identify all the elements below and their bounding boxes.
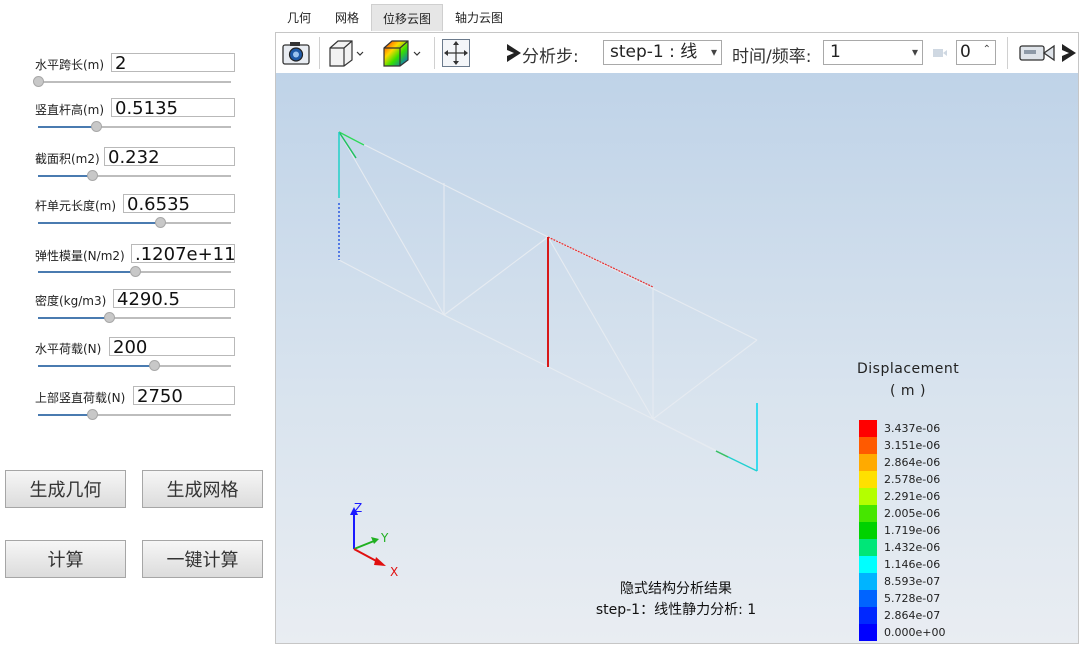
span-input[interactable]: 2 <box>111 53 235 72</box>
element-length-input[interactable]: 0.6535 <box>123 194 235 213</box>
step-marker-icon <box>507 44 521 62</box>
chevron-down-icon: ▾ <box>710 45 717 59</box>
element-length-slider[interactable] <box>38 217 231 229</box>
frame-spinbox[interactable]: 0 ⌃ <box>956 40 996 65</box>
legend-swatch <box>859 420 877 437</box>
legend-swatch <box>859 471 877 488</box>
legend-swatch <box>859 539 877 556</box>
generate-geometry-button[interactable]: 生成几何 <box>5 470 126 508</box>
legend-unit: ( m ) <box>890 383 926 399</box>
legend-swatch <box>859 454 877 471</box>
height-slider[interactable] <box>38 121 231 133</box>
modulus-input[interactable]: .1207e+11 <box>131 244 235 263</box>
tab-mesh[interactable]: 网格 <box>326 4 368 30</box>
legend-value-label: 1.432e-06 <box>884 541 941 554</box>
legend-swatch <box>859 522 877 539</box>
pan-move-icon[interactable] <box>441 38 471 68</box>
legend-swatch <box>859 624 877 641</box>
param-label-modulus: 弹性模量(N/m2) <box>35 249 125 263</box>
legend-value-label: 1.719e-06 <box>884 524 941 537</box>
analysis-step-value: step-1 : 线 <box>610 42 698 62</box>
analysis-step-label: 分析步: <box>522 47 579 67</box>
height-input[interactable]: 0.5135 <box>111 98 235 117</box>
legend-value-label: 2.864e-07 <box>884 609 941 622</box>
param-label-span: 水平跨长(m) <box>35 58 105 72</box>
video-camera-icon[interactable] <box>1019 43 1057 63</box>
modulus-slider[interactable] <box>38 266 231 278</box>
param-label-horizontal-load: 水平荷载(N) <box>35 342 102 356</box>
frame-icon <box>933 49 947 57</box>
generate-mesh-button[interactable]: 生成网格 <box>142 470 263 508</box>
time-frequency-value: 1 <box>830 42 841 62</box>
tab-geometry[interactable]: 几何 <box>278 4 320 30</box>
legend-swatch <box>859 505 877 522</box>
vertical-load-slider[interactable] <box>38 409 231 421</box>
area-slider[interactable] <box>38 170 231 182</box>
viewer-toolbar: 分析步: step-1 : 线 ▾ 时间/频率: 1 ▾ 0 ⌃ <box>276 33 1078 74</box>
area-input[interactable]: 0.232 <box>104 147 235 166</box>
spin-up-icon[interactable]: ⌃ <box>983 41 991 61</box>
param-label-density: 密度(kg/m3) <box>35 294 107 308</box>
legend-value-label: 2.578e-06 <box>884 473 941 486</box>
one-click-compute-button[interactable]: 一键计算 <box>142 540 263 578</box>
legend-title: Displacement <box>857 361 960 377</box>
vertical-load-input[interactable]: 2750 <box>133 386 235 405</box>
legend-value-label: 2.005e-06 <box>884 507 941 520</box>
contour-color-icon[interactable] <box>380 38 424 68</box>
time-frequency-select[interactable]: 1 ▾ <box>823 40 923 65</box>
analysis-step-select[interactable]: step-1 : 线 ▾ <box>603 40 722 65</box>
legend-swatch <box>859 437 877 454</box>
legend-swatch <box>859 607 877 624</box>
horizontal-load-slider[interactable] <box>38 360 231 372</box>
axis-y-label: Y <box>381 531 389 545</box>
legend-swatch <box>859 573 877 590</box>
density-input[interactable]: 4290.5 <box>113 289 235 308</box>
legend-value-label: 3.437e-06 <box>884 422 941 435</box>
3d-scene[interactable]: Z Y X Displacement ( m ) 3.437e-06 3.151e… <box>276 73 1078 643</box>
axis-z-label: Z <box>354 501 363 515</box>
tab-displacement[interactable]: 位移云图 <box>371 4 443 31</box>
tab-axial-force[interactable]: 轴力云图 <box>446 4 512 30</box>
param-label-area: 截面积(m2) <box>35 152 100 166</box>
time-frequency-label: 时间/频率: <box>732 47 812 67</box>
legend-swatch <box>859 488 877 505</box>
horizontal-load-input[interactable]: 200 <box>109 337 235 356</box>
view-cube-icon[interactable] <box>326 38 366 68</box>
legend-value-label: 0.000e+00 <box>884 626 946 639</box>
chevron-down-icon: ▾ <box>911 45 918 59</box>
legend-value-label: 2.864e-06 <box>884 456 941 469</box>
legend-value-label: 5.728e-07 <box>884 592 941 605</box>
legend-value-label: 8.593e-07 <box>884 575 941 588</box>
axis-x-label: X <box>390 565 399 579</box>
frame-value: 0 <box>960 42 971 62</box>
result-caption-title: 隐式结构分析结果 <box>620 581 732 597</box>
axes-triad <box>350 507 386 566</box>
param-label-height: 竖直杆高(m) <box>35 103 105 117</box>
result-viewer: 分析步: step-1 : 线 ▾ 时间/频率: 1 ▾ 0 ⌃ Z Y X D… <box>275 32 1079 644</box>
param-label-vertical-load: 上部竖直荷载(N) <box>35 391 126 405</box>
legend-value-label: 1.146e-06 <box>884 558 941 571</box>
legend-swatch <box>859 556 877 573</box>
legend-value-label: 2.291e-06 <box>884 490 941 503</box>
param-label-element-length: 杆单元长度(m) <box>35 199 117 213</box>
camera-icon[interactable] <box>281 38 311 68</box>
legend-color-bar <box>859 420 877 641</box>
span-slider[interactable] <box>33 76 231 88</box>
compute-button[interactable]: 计算 <box>5 540 126 578</box>
density-slider[interactable] <box>38 312 231 324</box>
legend-value-label: 3.151e-06 <box>884 439 941 452</box>
result-caption-step: step-1：线性静力分析: 1 <box>595 602 757 618</box>
legend-swatch <box>859 590 877 607</box>
play-icon[interactable] <box>1062 44 1076 62</box>
